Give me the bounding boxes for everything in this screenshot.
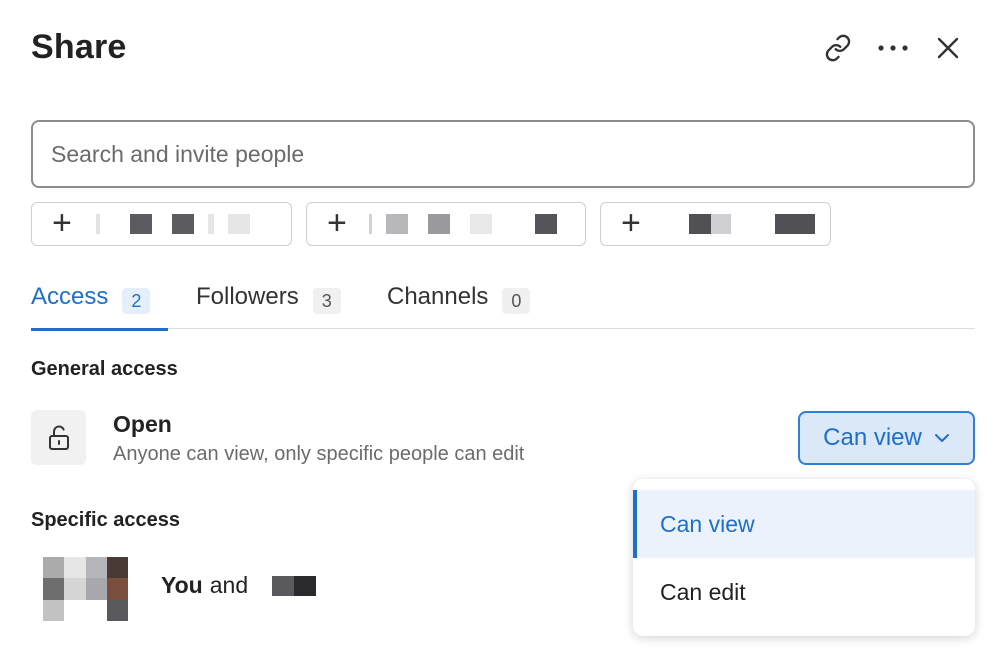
unlock-icon xyxy=(48,425,69,450)
plus-icon: + xyxy=(327,203,347,242)
avatar xyxy=(43,557,128,621)
tab-label: Access xyxy=(31,283,109,310)
page-title: Share xyxy=(31,28,127,66)
redacted-name xyxy=(651,214,815,234)
general-access-level: Open xyxy=(113,411,172,437)
close-button[interactable] xyxy=(928,28,968,68)
general-access-icon-tile xyxy=(31,410,86,465)
tab-label: Followers xyxy=(196,283,299,310)
close-icon xyxy=(937,37,959,59)
menu-item-can-edit[interactable]: Can edit xyxy=(633,558,975,626)
plus-icon: + xyxy=(52,203,72,242)
permission-value: Can view xyxy=(823,424,922,451)
menu-item-can-view[interactable]: Can view xyxy=(633,490,975,558)
specific-access-members: You and xyxy=(161,572,317,599)
tab-count-badge: 2 xyxy=(122,288,151,314)
link-icon xyxy=(825,34,851,62)
tab-label: Channels xyxy=(387,283,489,310)
general-access-heading: General access xyxy=(31,358,178,380)
redacted-name xyxy=(357,214,557,234)
more-options-button[interactable] xyxy=(873,28,913,68)
copy-link-button[interactable] xyxy=(818,28,858,68)
tab-count-badge: 3 xyxy=(312,288,341,314)
specific-access-heading: Specific access xyxy=(31,509,180,531)
redacted-name xyxy=(272,575,317,596)
tab-followers[interactable]: Followers 3 xyxy=(196,283,341,329)
tab-count-badge: 0 xyxy=(502,288,531,314)
search-invite-input[interactable] xyxy=(31,120,975,188)
share-tabs: Access 2 Followers 3 Channels 0 xyxy=(31,283,975,331)
permission-dropdown-button[interactable]: Can view xyxy=(798,411,975,465)
permission-menu: Can view Can edit xyxy=(633,479,975,636)
you-label: You xyxy=(161,572,203,598)
chevron-down-icon xyxy=(934,433,950,443)
tab-access[interactable]: Access 2 xyxy=(31,283,168,331)
redacted-name xyxy=(82,214,250,234)
tab-channels[interactable]: Channels 0 xyxy=(387,283,531,329)
suggested-person-chip[interactable]: + xyxy=(306,202,586,246)
general-access-description: Anyone can view, only specific people ca… xyxy=(113,443,525,465)
plus-icon: + xyxy=(621,203,641,242)
and-label: and xyxy=(209,572,249,598)
more-icon xyxy=(878,45,908,51)
suggested-person-chip[interactable]: + xyxy=(600,202,831,246)
suggested-person-chip[interactable]: + xyxy=(31,202,292,246)
